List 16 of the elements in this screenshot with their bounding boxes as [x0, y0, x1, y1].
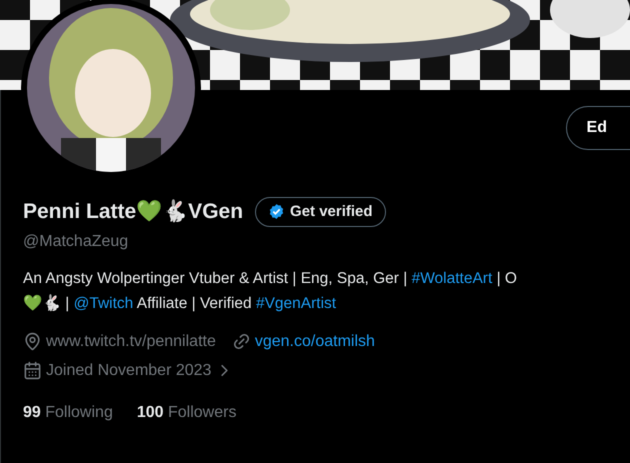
- verified-badge-icon: [268, 203, 286, 220]
- joined-date: Joined November 2023: [46, 360, 212, 380]
- username: @MatchaZeug: [23, 232, 130, 252]
- bio-text: An Angsty Wolpertinger Vtuber & Artist | Eng, Spa, Ger | #WolatteArt | O 💚🐇 | @Twitch Affiliate | Verified #VgenArtist: [23, 268, 518, 314]
- display-name: Penni Latte💚🐇VGen: [23, 198, 244, 225]
- get-verified-button[interactable]: Get verified: [255, 196, 386, 227]
- location-pin-icon: [23, 332, 42, 351]
- hashtag-link[interactable]: #VgenArtist: [256, 294, 336, 312]
- location-text: www.twitch.tv/pennilatte: [46, 332, 216, 352]
- follow-count-link[interactable]: 100 Followers: [136, 400, 236, 424]
- hashtag-link[interactable]: #WolatteArt: [412, 270, 492, 286]
- follow-count-link[interactable]: 99 Following: [23, 400, 113, 424]
- mention-link[interactable]: @Twitch: [74, 294, 134, 312]
- calendar-icon: [23, 361, 42, 380]
- website-link[interactable]: vgen.co/oatmilsh: [254, 330, 375, 354]
- edit-profile-button[interactable]: Ed: [566, 106, 630, 150]
